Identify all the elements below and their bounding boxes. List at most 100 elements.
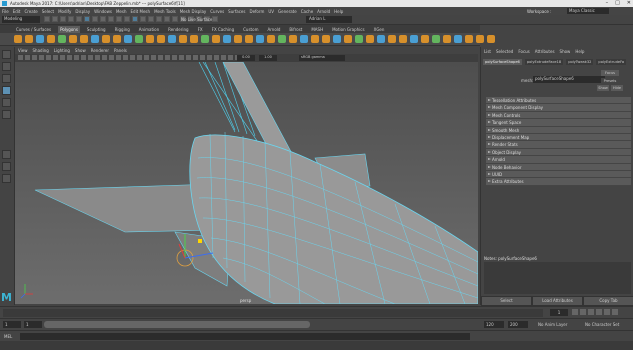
menu-generate[interactable]: Generate — [278, 9, 297, 14]
viewport-tool-icon[interactable] — [130, 55, 135, 60]
viewport-tool-icon[interactable] — [221, 55, 226, 60]
shelf-tool-icon[interactable] — [135, 35, 143, 43]
color-space-dropdown[interactable]: sRGB gamma — [299, 55, 345, 61]
notes-field[interactable] — [484, 262, 631, 294]
shelf-tab-rendering[interactable]: Rendering — [166, 26, 190, 33]
section-node-behavior[interactable]: Node Behavior — [486, 163, 631, 171]
status-tool-icon[interactable] — [116, 16, 122, 22]
copy-tab-button[interactable]: Copy Tab — [583, 296, 633, 306]
shelf-tool-icon[interactable] — [223, 35, 231, 43]
menu-uv[interactable]: UV — [268, 9, 274, 14]
shelf-tool-icon[interactable] — [311, 35, 319, 43]
viewport-tool-icon[interactable] — [214, 55, 219, 60]
shelf-tool-icon[interactable] — [322, 35, 330, 43]
section-smooth-mesh[interactable]: Smooth Mesh — [486, 126, 631, 134]
shelf-tool-icon[interactable] — [278, 35, 286, 43]
viewport-tool-icon[interactable] — [123, 55, 128, 60]
shelf-tool-icon[interactable] — [47, 35, 55, 43]
single-perspective-layout-icon[interactable] — [2, 150, 11, 159]
viewport-tool-icon[interactable] — [151, 55, 156, 60]
menu-mesh-display[interactable]: Mesh Display — [180, 9, 207, 14]
step-forward-icon[interactable] — [604, 309, 610, 315]
section-mesh-controls[interactable]: Mesh Controls — [486, 111, 631, 120]
viewport-menu-renderer[interactable]: Renderer — [91, 48, 109, 53]
status-tool-icon[interactable] — [140, 16, 146, 22]
viewport-tool-icon[interactable] — [60, 55, 65, 60]
shelf-tool-icon[interactable] — [14, 35, 22, 43]
ae-menu-attributes[interactable]: Attributes — [535, 49, 555, 54]
viewport-tool-icon[interactable] — [18, 55, 23, 60]
exposure-field[interactable]: 0.00 — [237, 55, 255, 61]
mel-label[interactable]: MEL — [4, 334, 12, 339]
menu-help[interactable]: Help — [334, 9, 343, 14]
menu-select[interactable]: Select — [42, 9, 54, 14]
shelf-tool-icon[interactable] — [300, 35, 308, 43]
shelf-tool-icon[interactable] — [432, 35, 440, 43]
menu-curves[interactable]: Curves — [210, 9, 224, 14]
menu-surfaces[interactable]: Surfaces — [228, 9, 245, 14]
shelf-tab-fx-caching[interactable]: FX Caching — [210, 26, 236, 33]
shelf-tool-icon[interactable] — [344, 35, 352, 43]
four-view-layout-icon[interactable] — [2, 162, 11, 171]
shelf-tool-icon[interactable] — [465, 35, 473, 43]
node-tab[interactable]: polyTweak32 — [566, 59, 594, 65]
viewport-menu-view[interactable]: View — [18, 48, 28, 53]
shelf-tool-icon[interactable] — [443, 35, 451, 43]
section-object-display[interactable]: Object Display — [486, 148, 631, 157]
range-bar[interactable] — [44, 321, 310, 328]
go-to-start-icon[interactable] — [572, 309, 578, 315]
status-tool-icon[interactable] — [148, 16, 154, 22]
menu-edit-mesh[interactable]: Edit Mesh — [131, 9, 151, 14]
command-input[interactable] — [20, 333, 470, 340]
menu-mesh[interactable]: Mesh — [116, 9, 127, 14]
shelf-tab-fx[interactable]: FX — [196, 26, 205, 33]
shelf-tab-xgen[interactable]: XGen — [372, 26, 387, 33]
ae-menu-focus[interactable]: Focus — [518, 49, 529, 54]
ae-menu-selected[interactable]: Selected — [496, 49, 513, 54]
viewport-tool-icon[interactable] — [200, 55, 205, 60]
move-tool-icon[interactable] — [2, 86, 11, 95]
live-surface-label[interactable]: No Live Surface — [181, 17, 212, 22]
shelf-tab-rigging[interactable]: Rigging — [113, 26, 132, 33]
shelf-tab-arnold[interactable]: Arnold — [265, 26, 282, 33]
shelf-tool-icon[interactable] — [388, 35, 396, 43]
rotate-tool-icon[interactable] — [2, 98, 11, 107]
viewport-tool-icon[interactable] — [116, 55, 121, 60]
close-button[interactable]: ✕ — [627, 0, 631, 6]
shelf-tab-mash[interactable]: MASH — [309, 26, 325, 33]
start-time-field[interactable]: 1 — [3, 321, 21, 328]
section-uuid[interactable]: UUID — [486, 170, 631, 179]
status-tool-icon[interactable] — [212, 16, 218, 22]
shelf-tool-icon[interactable] — [355, 35, 363, 43]
scale-tool-icon[interactable] — [2, 110, 11, 119]
shelf-tool-icon[interactable] — [421, 35, 429, 43]
shelf-tool-icon[interactable] — [80, 35, 88, 43]
menu-create[interactable]: Create — [24, 9, 37, 14]
shelf-tool-icon[interactable] — [454, 35, 462, 43]
viewport-tool-icon[interactable] — [74, 55, 79, 60]
shelf-tool-icon[interactable] — [179, 35, 187, 43]
time-slider-track[interactable] — [3, 309, 543, 317]
viewport-tool-icon[interactable] — [25, 55, 30, 60]
viewport-tool-icon[interactable] — [88, 55, 93, 60]
lasso-tool-icon[interactable] — [2, 62, 11, 71]
node-tab[interactable]: polyExtrudeFace18 — [524, 59, 564, 65]
shelf-tool-icon[interactable] — [168, 35, 176, 43]
workspace-dropdown[interactable]: Maya Classic — [567, 8, 609, 14]
shelf-tool-icon[interactable] — [410, 35, 418, 43]
shelf-tab-polygons[interactable]: Polygons — [58, 26, 80, 33]
select-tool-icon[interactable] — [2, 50, 11, 59]
shelf-tool-icon[interactable] — [212, 35, 220, 43]
status-tool-icon[interactable] — [52, 16, 58, 22]
shelf-tool-icon[interactable] — [190, 35, 198, 43]
viewport-tool-icon[interactable] — [53, 55, 58, 60]
status-tool-icon[interactable] — [60, 16, 66, 22]
viewport-tool-icon[interactable] — [109, 55, 114, 60]
status-tool-icon[interactable] — [68, 16, 74, 22]
section-tangent-space[interactable]: Tangent Space — [486, 119, 631, 127]
shelf-tool-icon[interactable] — [124, 35, 132, 43]
playback-start-field[interactable]: 1 — [24, 321, 42, 328]
section-extra-attributes[interactable]: Extra Attributes — [486, 178, 631, 186]
show-button[interactable]: Show — [597, 85, 609, 91]
shelf-tab-animation[interactable]: Animation — [137, 26, 161, 33]
